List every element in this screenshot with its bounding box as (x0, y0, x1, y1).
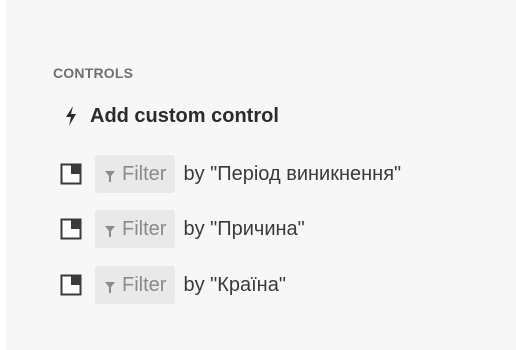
section-title: CONTROLS (53, 65, 134, 81)
control-row-text: by "Країна" (183, 274, 286, 296)
control-row-text: by "Причина" (183, 218, 305, 240)
filter-chip[interactable]: Filter (95, 266, 176, 304)
widget-icon (60, 274, 82, 296)
widget-icon (60, 163, 82, 185)
control-row-text: by "Період виникнення" (183, 163, 402, 185)
page: CONTROLS Add custom control Filter by "П… (0, 0, 516, 350)
filter-chip[interactable]: Filter (95, 210, 176, 248)
funnel-icon (105, 169, 115, 182)
funnel-icon (105, 280, 115, 293)
control-row-country[interactable]: Filter by "Країна" (60, 266, 286, 304)
funnel-icon (105, 224, 115, 237)
control-row-period[interactable]: Filter by "Період виникнення" (60, 155, 401, 193)
filter-chip-label: Filter (122, 274, 167, 296)
add-custom-control-button[interactable]: Add custom control (64, 103, 279, 129)
control-row-reason[interactable]: Filter by "Причина" (60, 210, 305, 248)
add-custom-control-label: Add custom control (90, 105, 279, 127)
lightning-bolt-icon (64, 105, 78, 127)
widget-icon (60, 218, 82, 240)
filter-chip[interactable]: Filter (95, 155, 176, 193)
filter-chip-label: Filter (122, 218, 167, 240)
filter-chip-label: Filter (122, 163, 167, 185)
